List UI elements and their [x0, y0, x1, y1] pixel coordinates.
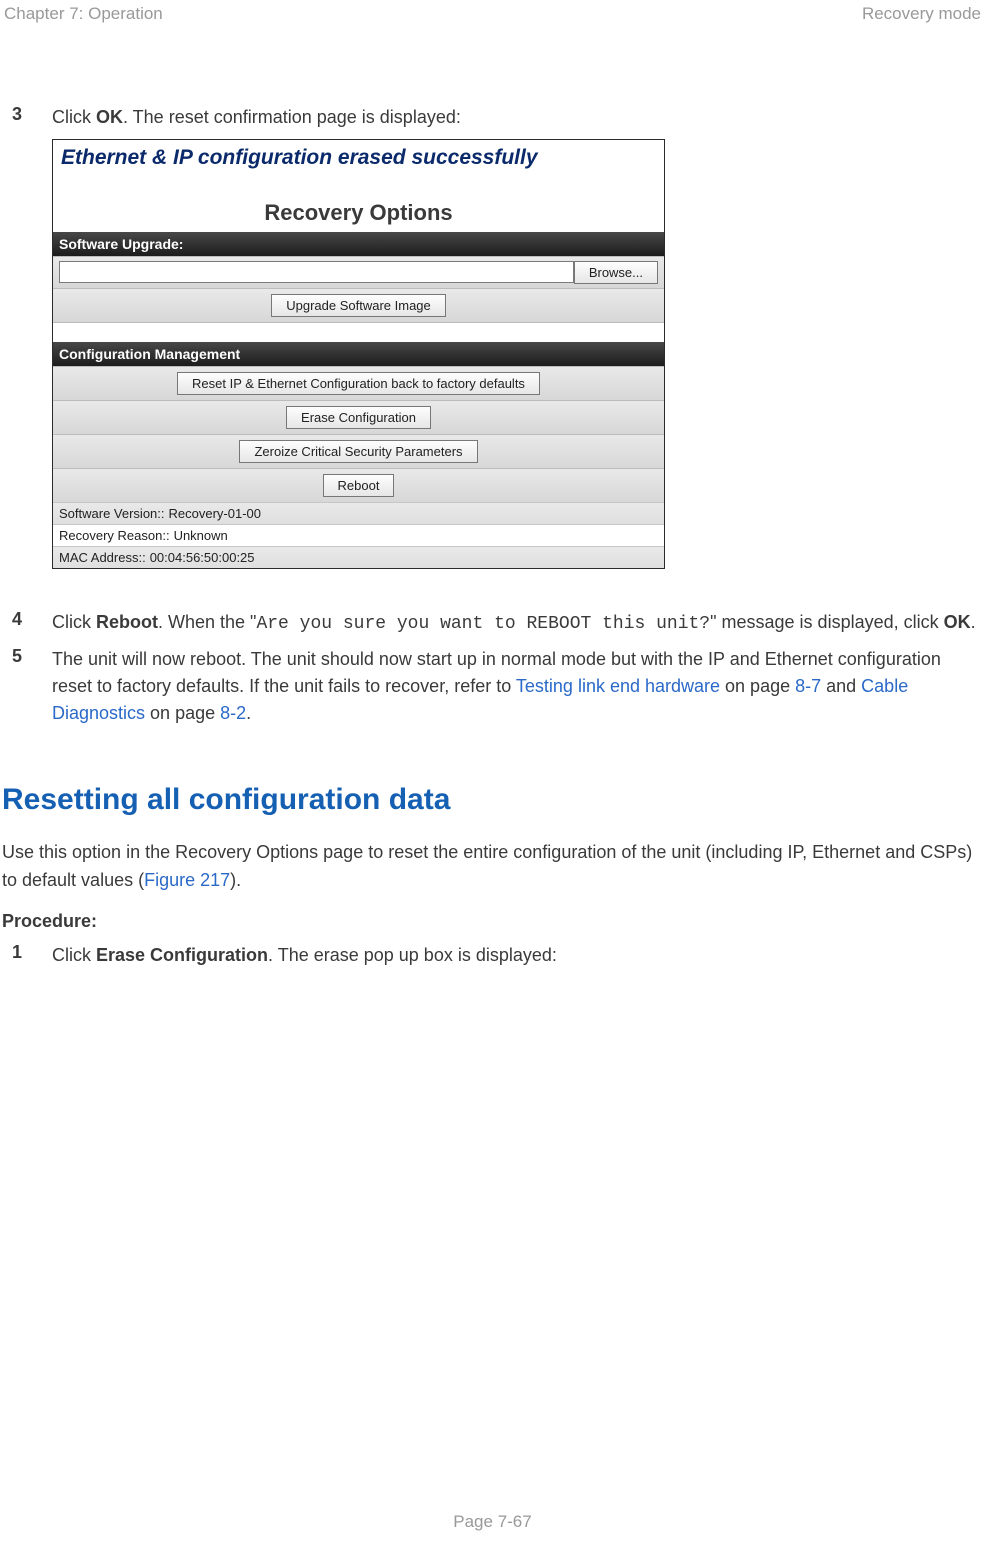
text-mono: Are you sure you want to REBOOT this uni…	[256, 614, 710, 634]
procedure-label: Procedure:	[0, 911, 985, 932]
section-config-management: Configuration Management	[53, 342, 664, 366]
link-testing-hardware[interactable]: Testing link end hardware	[516, 676, 720, 696]
label: Software Version::	[59, 506, 165, 521]
text: " message is displayed, click	[710, 612, 943, 632]
mac-address-row: MAC Address:: 00:04:56:50:00:25	[53, 546, 664, 568]
reboot-button[interactable]: Reboot	[323, 474, 395, 497]
value: Unknown	[174, 528, 228, 543]
text: . The reset confirmation page is display…	[123, 107, 461, 127]
header-left: Chapter 7: Operation	[4, 4, 163, 24]
screenshot-title: Ethernet & IP configuration erased succe…	[53, 140, 664, 176]
step-number: 1	[12, 942, 52, 969]
button-row: Erase Configuration	[53, 400, 664, 434]
spacer	[53, 322, 664, 342]
link-figure-217[interactable]: Figure 217	[144, 870, 230, 890]
section-heading: Resetting all configuration data	[0, 783, 985, 817]
recovery-options-screenshot: Ethernet & IP configuration erased succe…	[52, 139, 665, 569]
step-text: The unit will now reboot. The unit shoul…	[52, 646, 985, 727]
text: Click	[52, 107, 96, 127]
text-bold: OK	[944, 612, 971, 632]
upgrade-software-button[interactable]: Upgrade Software Image	[271, 294, 446, 317]
page-header: Chapter 7: Operation Recovery mode	[0, 0, 985, 24]
step-number: 5	[12, 646, 52, 727]
software-version-row: Software Version:: Recovery-01-00	[53, 502, 664, 524]
step-number: 3	[12, 104, 52, 131]
screenshot-subtitle: Recovery Options	[53, 176, 664, 232]
step-text: Click Erase Configuration. The erase pop…	[52, 942, 985, 969]
page-content: 3 Click OK. The reset confirmation page …	[0, 24, 985, 969]
section-software-upgrade: Software Upgrade:	[53, 232, 664, 256]
browse-button[interactable]: Browse...	[574, 261, 658, 284]
text: .	[971, 612, 976, 632]
procedure-step-1: 1 Click Erase Configuration. The erase p…	[0, 942, 985, 969]
step-4: 4 Click Reboot. When the "Are you sure y…	[0, 609, 985, 638]
recovery-reason-row: Recovery Reason:: Unknown	[53, 524, 664, 546]
value: 00:04:56:50:00:25	[150, 550, 255, 565]
text-bold: Reboot	[96, 612, 158, 632]
text: and	[821, 676, 861, 696]
link-page-8-2[interactable]: 8-2	[220, 703, 246, 723]
button-row: Zeroize Critical Security Parameters	[53, 434, 664, 468]
text: on page	[720, 676, 795, 696]
button-row: Reboot	[53, 468, 664, 502]
file-path-input[interactable]	[59, 261, 574, 283]
text-bold: OK	[96, 107, 123, 127]
reset-ip-button[interactable]: Reset IP & Ethernet Configuration back t…	[177, 372, 540, 395]
text: Click	[52, 945, 96, 965]
file-upload-row: Browse...	[53, 256, 664, 288]
text: Click	[52, 612, 96, 632]
text-bold: Erase Configuration	[96, 945, 268, 965]
step-5: 5 The unit will now reboot. The unit sho…	[0, 646, 985, 727]
text: . The erase pop up box is displayed:	[268, 945, 557, 965]
erase-configuration-button[interactable]: Erase Configuration	[286, 406, 431, 429]
text: ).	[230, 870, 241, 890]
step-number: 4	[12, 609, 52, 638]
text: on page	[145, 703, 220, 723]
label: MAC Address::	[59, 550, 146, 565]
paragraph: Use this option in the Recovery Options …	[0, 839, 985, 895]
step-text: Click Reboot. When the "Are you sure you…	[52, 609, 985, 638]
text: . When the "	[158, 612, 256, 632]
step-3: 3 Click OK. The reset confirmation page …	[0, 104, 985, 131]
label: Recovery Reason::	[59, 528, 170, 543]
button-row: Reset IP & Ethernet Configuration back t…	[53, 366, 664, 400]
value: Recovery-01-00	[169, 506, 262, 521]
page-footer: Page 7-67	[0, 1512, 985, 1532]
step-text: Click OK. The reset confirmation page is…	[52, 104, 985, 131]
zeroize-button[interactable]: Zeroize Critical Security Parameters	[239, 440, 477, 463]
text: .	[246, 703, 251, 723]
link-page-8-7[interactable]: 8-7	[795, 676, 821, 696]
header-right: Recovery mode	[862, 4, 981, 24]
button-row: Upgrade Software Image	[53, 288, 664, 322]
page-number: Page 7-67	[453, 1512, 531, 1531]
